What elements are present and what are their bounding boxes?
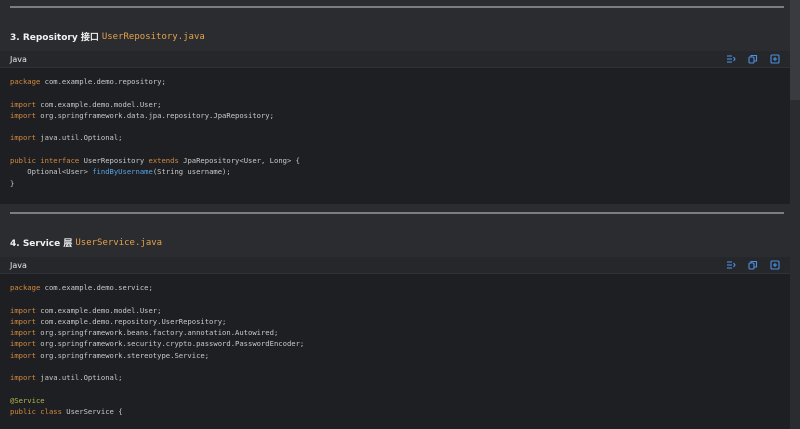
code-line: import org.springframework.data.jpa.repo… xyxy=(10,110,780,121)
code-keyword: import xyxy=(10,339,36,349)
code-keyword: import xyxy=(10,99,36,109)
code-text: com.example.demo.model.User; xyxy=(35,99,162,109)
code-body: package com.example.demo.repository; imp… xyxy=(0,68,790,189)
code-text: Optional<User> xyxy=(10,167,93,177)
wrap-lines-icon[interactable] xyxy=(726,54,736,64)
insert-code-icon[interactable] xyxy=(770,260,780,270)
code-line: } xyxy=(10,178,780,189)
code-keyword: public xyxy=(10,407,36,417)
code-text: com.example.demo.model.User; xyxy=(35,305,162,315)
section-heading: 4. Service 层 UserService.java xyxy=(10,236,163,250)
chat-message-content: 3. Repository 接口 UserRepository.java Jav… xyxy=(0,0,790,429)
code-keyword: public xyxy=(10,156,36,166)
heading-inline-code: UserService.java xyxy=(75,237,163,248)
code-toolbar xyxy=(726,260,780,270)
heading-inline-code: UserRepository.java xyxy=(101,31,205,42)
code-language-label: Java xyxy=(10,54,27,64)
code-annotation: @Service xyxy=(10,395,45,405)
code-text: UserRepository xyxy=(79,156,149,166)
horizontal-rule xyxy=(10,212,784,214)
copy-icon[interactable] xyxy=(748,54,758,64)
code-text: org.springframework.security.crypto.pass… xyxy=(35,339,305,349)
code-line: import java.util.Optional; xyxy=(10,372,780,383)
code-keyword: package xyxy=(10,283,41,292)
code-block: Java package com.example.demo.repository… xyxy=(0,51,790,204)
code-line: import org.springframework.beans.factory… xyxy=(10,327,780,338)
code-keyword: import xyxy=(10,110,36,120)
code-keyword: interface xyxy=(40,156,80,166)
scrollbar-thumb[interactable] xyxy=(790,0,800,100)
copy-icon[interactable] xyxy=(748,260,758,270)
code-text: } xyxy=(10,178,15,188)
code-toolbar xyxy=(726,54,780,64)
code-keyword: import xyxy=(10,373,36,383)
code-keyword: import xyxy=(10,305,36,315)
code-text: org.springframework.data.jpa.repository.… xyxy=(35,110,274,120)
code-line: import com.example.demo.model.User; xyxy=(10,305,780,316)
code-keyword: import xyxy=(10,133,36,143)
section-heading: 3. Repository 接口 UserRepository.java xyxy=(10,30,205,44)
code-line: @Service xyxy=(10,395,780,406)
code-line: import org.springframework.security.cryp… xyxy=(10,338,780,349)
code-keyword: extends xyxy=(148,156,179,166)
code-block: Java package com.example.demo.service; i… xyxy=(0,257,790,429)
code-line: package com.example.demo.service; xyxy=(10,282,780,293)
code-block-header: Java xyxy=(0,51,790,68)
code-text: com.example.demo.repository; xyxy=(40,77,166,86)
code-text: java.util.Optional; xyxy=(35,373,123,383)
code-line: import java.util.Optional; xyxy=(10,132,780,143)
code-keyword: import xyxy=(10,350,36,360)
code-text: com.example.demo.repository.UserReposito… xyxy=(35,316,227,326)
code-line: public class UserService { xyxy=(10,406,780,417)
horizontal-rule xyxy=(10,6,784,8)
code-keyword: package xyxy=(10,77,41,86)
code-line: Optional<User> findByUsername(String use… xyxy=(10,166,780,177)
code-text: com.example.demo.service; xyxy=(40,283,153,292)
code-line: package com.example.demo.repository; xyxy=(10,76,780,87)
code-text: JpaRepository<User, Long> { xyxy=(178,156,300,166)
code-text: org.springframework.beans.factory.annota… xyxy=(35,328,279,338)
code-text: org.springframework.stereotype.Service; xyxy=(35,350,210,360)
code-keyword: import xyxy=(10,328,36,338)
code-keyword: import xyxy=(10,316,36,326)
scrollbar-track[interactable] xyxy=(790,0,800,429)
heading-text: 3. Repository 接口 xyxy=(10,33,99,43)
code-line: import com.example.demo.model.User; xyxy=(10,99,780,110)
code-block-header: Java xyxy=(0,257,790,274)
code-text: UserService { xyxy=(61,407,123,417)
wrap-lines-icon[interactable] xyxy=(726,260,736,270)
code-body: package com.example.demo.service; import… xyxy=(0,274,790,418)
code-line: import org.springframework.stereotype.Se… xyxy=(10,350,780,361)
code-language-label: Java xyxy=(10,260,27,270)
insert-code-icon[interactable] xyxy=(770,54,780,64)
code-keyword: class xyxy=(40,407,62,417)
code-text: (String username); xyxy=(152,167,231,177)
heading-text: 4. Service 层 xyxy=(10,239,73,249)
code-function: findByUsername xyxy=(92,167,153,177)
code-line: import com.example.demo.repository.UserR… xyxy=(10,316,780,327)
code-line: public interface UserRepository extends … xyxy=(10,155,780,166)
code-text: java.util.Optional; xyxy=(35,133,123,143)
